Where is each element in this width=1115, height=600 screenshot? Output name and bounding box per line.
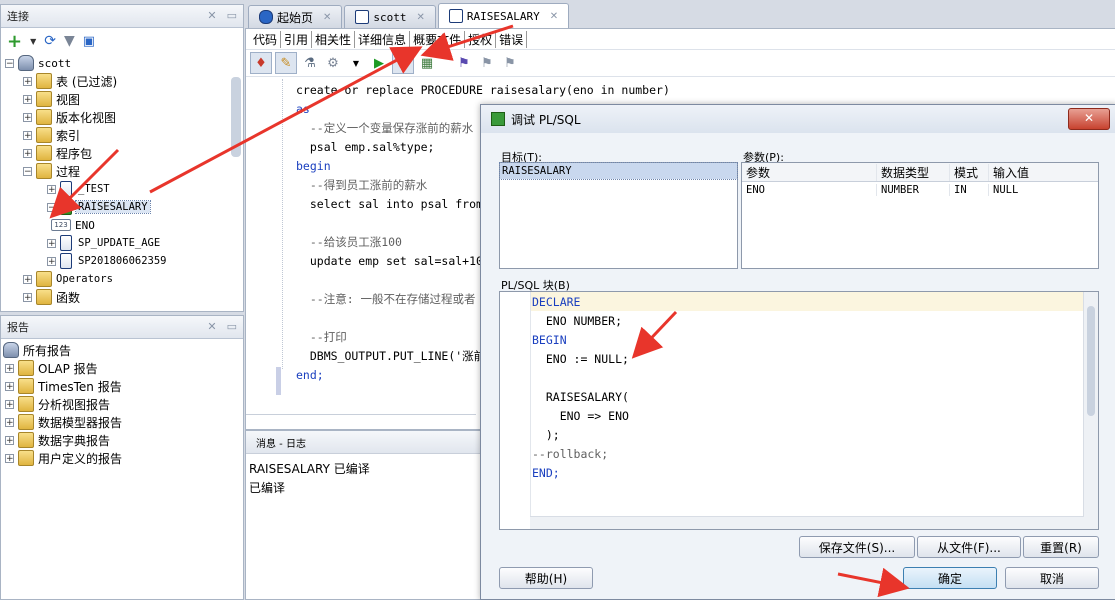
annotation-arrows xyxy=(49,24,910,598)
arrow-to-debug-button xyxy=(149,46,423,194)
arrow-to-null-value xyxy=(631,310,678,359)
arrow-to-procedure xyxy=(49,148,120,219)
arrow-to-ok-button xyxy=(837,567,910,598)
arrow-to-debug-tab xyxy=(420,24,514,61)
